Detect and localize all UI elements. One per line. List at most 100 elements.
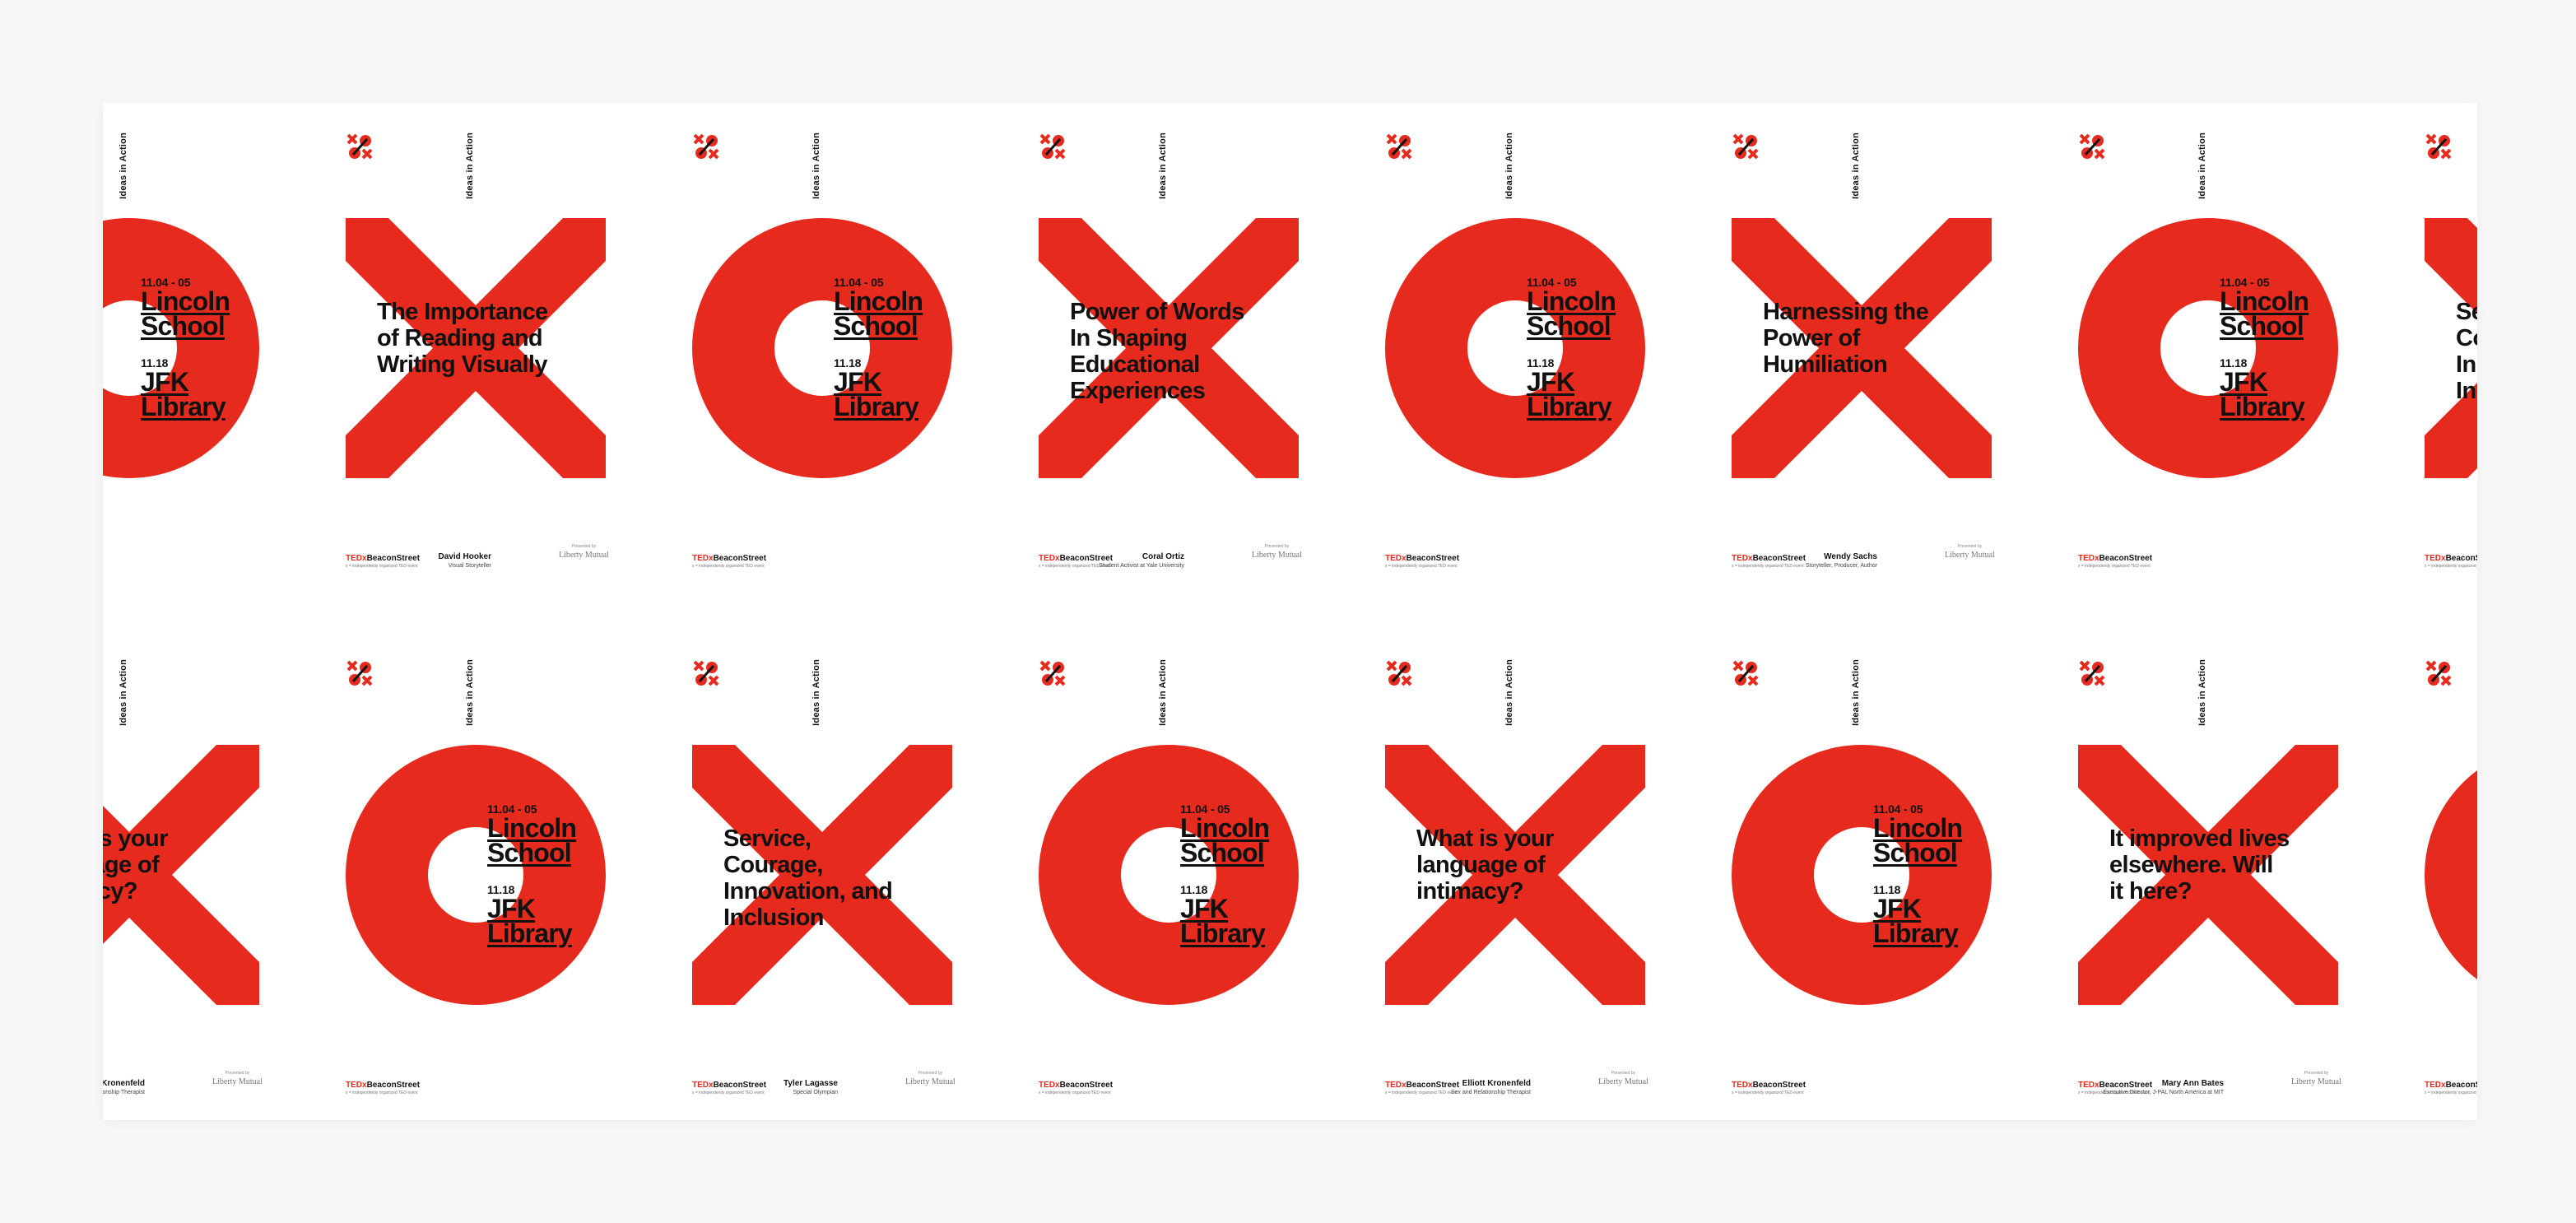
series-label: Ideas in Action [2197, 133, 2207, 199]
sponsor-logo: Presented by Liberty Mutual [2291, 1071, 2341, 1086]
talk-poster: Ideas in Action It improved lives elsewher… [1887, 630, 2338, 1120]
tedx-name: BeaconStreet [713, 554, 767, 563]
sponsor-name: Liberty Mutual [559, 551, 609, 560]
tedx-subtitle: x = independently organized TED event [346, 564, 418, 569]
speaker-name: Elliott Kronenfeld [1462, 1079, 1531, 1088]
series-label: Ideas in Action [119, 659, 128, 726]
series-label: Ideas in Action [1851, 133, 1861, 199]
tedx-x-o-logo-icon [2079, 660, 2105, 686]
talk-poster: Ideas in ActionWhat is yourlanguage ofin… [1194, 630, 1645, 1120]
tedx-x-o-logo-icon [1039, 133, 1066, 160]
tedx-wordmark: TEDxBeaconStreetx = independently organi… [692, 1081, 766, 1095]
tedx-name: BeaconStreet [2099, 1081, 2153, 1090]
tedx-wordmark: TEDxBeaconStreetx = independently organi… [1039, 1081, 1113, 1095]
tedx-name: BeaconStreet [1752, 554, 1806, 563]
venue-poster: Ideas in Action11.04 - 05LincolnSchool11… [1887, 103, 2338, 630]
poster-row-bottom: Ideas in ActionWhat is yourlanguage ofin… [103, 630, 2477, 1120]
speaker-role: Sex and Relationship Therapist [103, 1090, 145, 1095]
speaker-name: Tyler Lagasse [783, 1079, 838, 1088]
tedx-x-o-logo-icon [2079, 133, 2105, 160]
tedx-wordmark: TEDxBeaconStreetx = independently organi… [1732, 554, 1806, 569]
tedx-subtitle: x = independently organized TED event [1385, 564, 1458, 569]
series-label: Ideas in Action [1158, 133, 1168, 199]
tedx-subtitle: x = independently organized TED event [2425, 564, 2477, 569]
talk-title: Service,Courage,Innovation, andInclusion [2456, 299, 2477, 404]
tedx-subtitle: x = independently organized TED event [692, 1090, 765, 1095]
sponsor-logo: Presented by Liberty Mutual [1945, 544, 1995, 560]
tedx-subtitle: x = independently organized TED event [1039, 1090, 1111, 1095]
tedx-wordmark: TEDxBeaconStreetx = independently organi… [1039, 554, 1113, 569]
talk-poster: Ideas in ActionWhat is yourlanguage ofin… [103, 630, 259, 1120]
tedx-name: BeaconStreet [2445, 1081, 2477, 1090]
sponsor-logo: Presented by Liberty Mutual [559, 544, 609, 560]
tedx-prefix: TEDx [1039, 554, 1060, 563]
tedx-wordmark: TEDxBeaconStreetx = independently organi… [1385, 1081, 1459, 1095]
speaker-block: David Hooker Visual Storyteller [439, 552, 491, 569]
sponsor-name: Liberty Mutual [1945, 551, 1995, 560]
tedx-x-o-logo-icon [346, 133, 373, 160]
sponsor-presented: Presented by [1264, 544, 1290, 549]
tedx-name: BeaconStreet [366, 554, 421, 563]
speaker-name: David Hooker [438, 552, 491, 561]
talk-title-line: Innovation, and [2456, 351, 2477, 378]
tedx-subtitle: x = independently organized TED event [1732, 1090, 1804, 1095]
sponsor-presented: Presented by [2304, 1071, 2329, 1076]
sponsor-logo: Presented by Liberty Mutual [1252, 544, 1302, 560]
series-label: Ideas in Action [1158, 659, 1168, 726]
tedx-wordmark: TEDxBeaconStreetx = independently organi… [2078, 1081, 2152, 1095]
speaker-block: Wendy Sachs Storyteller, Producer, Author [1806, 552, 1877, 569]
sponsor-name: Liberty Mutual [905, 1077, 956, 1086]
sponsor-presented: Presented by [225, 1071, 250, 1076]
tedx-x-o-logo-icon [693, 133, 719, 160]
tedx-prefix: TEDx [1385, 554, 1407, 563]
tedx-prefix: TEDx [1039, 1081, 1060, 1090]
tedx-name: BeaconStreet [1752, 1081, 1806, 1090]
tedx-name: BeaconStreet [2099, 554, 2153, 563]
speaker-role: Storyteller, Producer, Author [1805, 563, 1877, 569]
series-label: Ideas in Action [811, 659, 821, 726]
tedx-x-o-logo-icon [346, 660, 373, 686]
sponsor-logo: Presented by Liberty Mutual [905, 1071, 956, 1086]
tedx-name: BeaconStreet [1059, 554, 1114, 563]
tedx-prefix: TEDx [1732, 554, 1753, 563]
tedx-prefix: TEDx [1385, 1081, 1407, 1090]
sponsor-presented: Presented by [1957, 544, 1983, 549]
tedx-prefix: TEDx [2078, 554, 2099, 563]
tedx-prefix: TEDx [2425, 554, 2446, 563]
talk-poster: Ideas in Action Harnessing the Power of Hum… [1541, 103, 1992, 630]
speaker-name: Wendy Sachs [1824, 552, 1877, 561]
talk-poster: Ideas in ActionService,Courage,Innovatio… [2234, 103, 2477, 630]
series-label: Ideas in Action [1504, 659, 1514, 726]
tedx-wordmark: TEDxBeaconStreetx = independently organi… [2078, 554, 2152, 569]
tedx-name: BeaconStreet [366, 1081, 421, 1090]
tedx-wordmark: TEDxBeaconStreetx = independently organi… [1732, 1081, 1806, 1095]
tedx-subtitle: x = independently organized TED event [1732, 564, 1804, 569]
tedx-wordmark: TEDxBeaconStreetx = independently organi… [346, 1081, 420, 1095]
tedx-x-o-logo-icon [1039, 660, 1066, 686]
red-o-shape [2425, 770, 2477, 979]
sponsor-presented: Presented by [571, 544, 597, 549]
series-label: Ideas in Action [811, 133, 821, 199]
sponsor-logo: Presented by Liberty Mutual [212, 1071, 263, 1086]
series-label: Ideas in Action [465, 659, 475, 726]
tedx-subtitle: x = independently organized TED event [2078, 564, 2151, 569]
venue-poster: Ideas in Action11.04 - 05LincolnSchool11… [155, 630, 606, 1120]
tedx-subtitle: x = independently organized TED event [2078, 1090, 2151, 1095]
tedx-subtitle: x = independently organized TED event [2425, 1090, 2477, 1095]
series-label: Ideas in Action [465, 133, 475, 199]
sponsor-name: Liberty Mutual [1252, 551, 1302, 560]
tedx-wordmark: TEDxBeaconStreetx = independently organi… [346, 554, 420, 569]
tedx-subtitle: x = independently organized TED event [346, 1090, 418, 1095]
tedx-name: BeaconStreet [1406, 554, 1460, 563]
tedx-wordmark: TEDxBeaconStreetx = independently organi… [2425, 554, 2477, 569]
speaker-name: Elliott Kronenfeld [103, 1079, 145, 1088]
tedx-name: BeaconStreet [2445, 554, 2477, 563]
sponsor-logo: Presented by Liberty Mutual [1598, 1071, 1648, 1086]
tedx-prefix: TEDx [692, 554, 714, 563]
speaker-block: Tyler Lagasse Special Olympian [783, 1079, 838, 1095]
tedx-wordmark: TEDxBeaconStreetx = independently organi… [692, 554, 766, 569]
poster-sheet: Ideas in Action 11.04 - 05 Lincoln School 11… [103, 103, 2477, 1120]
series-label: Ideas in Action [119, 133, 128, 199]
tedx-prefix: TEDx [346, 1081, 367, 1090]
tedx-name: BeaconStreet [713, 1081, 767, 1090]
